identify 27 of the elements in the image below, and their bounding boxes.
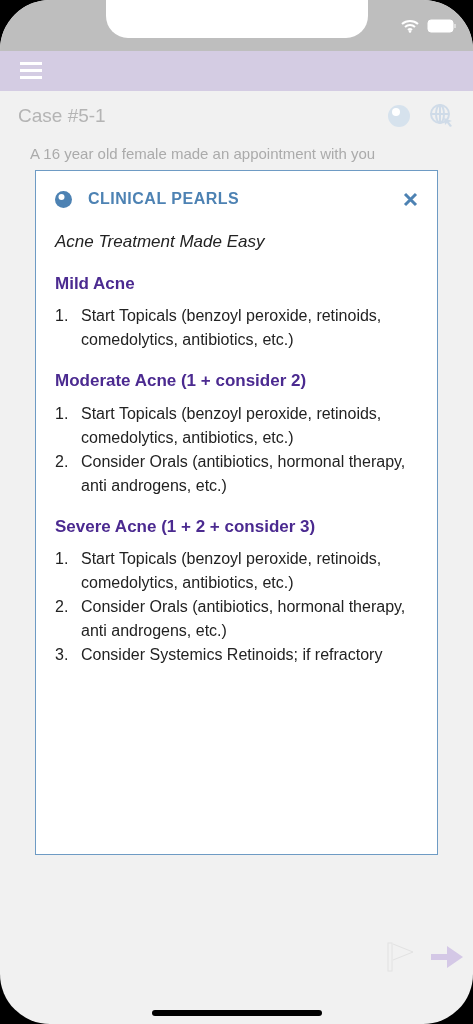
menu-icon[interactable] bbox=[20, 62, 42, 80]
modal-title: CLINICAL PEARLS bbox=[88, 189, 241, 209]
globe-icon bbox=[55, 190, 72, 208]
section-heading: Moderate Acne (1 + consider 2) bbox=[55, 370, 308, 392]
battery-icon bbox=[427, 18, 457, 33]
list-number: 1. bbox=[55, 403, 70, 424]
list-number: 2. bbox=[55, 597, 70, 617]
web-cursor-icon[interactable] bbox=[429, 103, 455, 129]
list-number: 1. bbox=[55, 549, 70, 569]
list-number: 2. bbox=[55, 451, 70, 472]
list-item-text: Start Topicals (benzoyl peroxide, retinoids, comedolytics, antibiotics, etc.) bbox=[81, 306, 383, 350]
section-heading: Severe Acne (1 + 2 + consider 3) bbox=[55, 515, 317, 538]
close-icon[interactable] bbox=[403, 191, 418, 207]
modal-subtitle: Acne Treatment Made Easy bbox=[55, 231, 266, 253]
list-item-text: Consider Systemics Retinoids; if refractory bbox=[81, 645, 383, 665]
wifi-icon bbox=[401, 18, 419, 33]
list-number: 1. bbox=[55, 306, 70, 326]
arrow-right-icon[interactable] bbox=[431, 946, 463, 968]
list-item-text: Consider Orals (antibiotics, hormonal therapy, anti androgens, etc.) bbox=[81, 597, 407, 641]
case-title: Case #5-1 bbox=[18, 103, 107, 128]
list-item-text: Consider Orals (antibiotics, hormonal therapy, anti androgens, etc.) bbox=[81, 451, 407, 496]
list-item-text: Start Topicals (benzoyl peroxide, retinoids, comedolytics, antibiotics, etc.) bbox=[81, 549, 383, 593]
list-item-text: Start Topicals (benzoyl peroxide, retinoids, comedolytics, antibiotics, etc.) bbox=[81, 403, 383, 448]
list-number: 3. bbox=[55, 645, 70, 665]
section-heading: Mild Acne bbox=[55, 272, 136, 295]
globe-icon[interactable] bbox=[387, 104, 411, 128]
case-text: A 16 year old female made an appointment with you bbox=[30, 144, 377, 164]
